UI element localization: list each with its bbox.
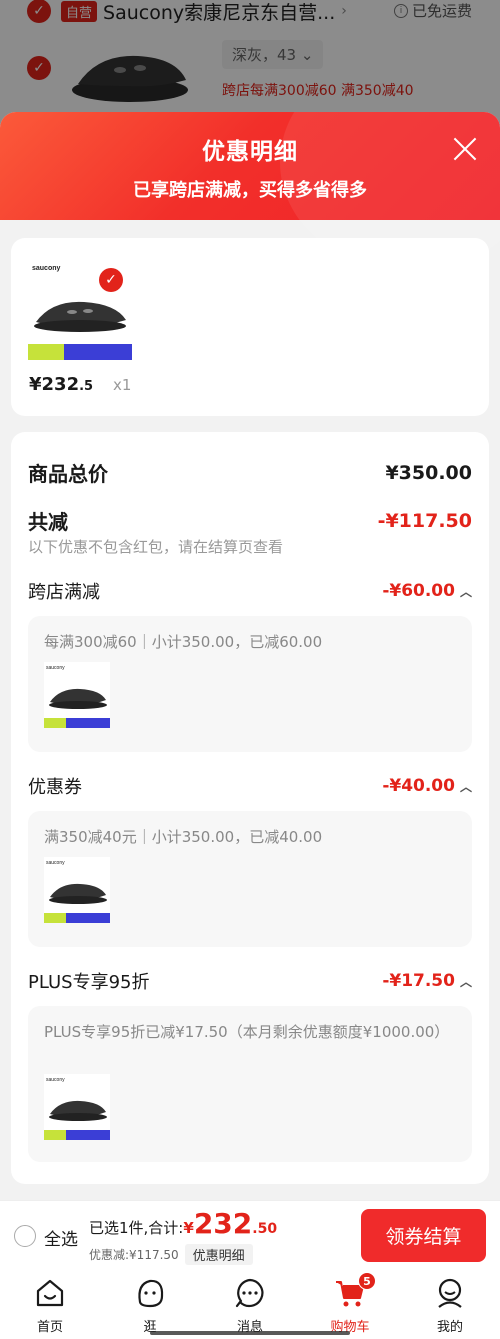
discount-detail-button[interactable]: 优惠明细 xyxy=(184,1244,253,1265)
select-all-radio[interactable] xyxy=(14,1225,36,1247)
tab-label: 首页 xyxy=(36,1320,63,1335)
brand-logo: saucony xyxy=(32,265,61,272)
discount-text: 优惠减:¥117.50 xyxy=(89,1248,179,1262)
checkout-bar: 全选 已选1件,合计: ¥ 232 .50 优惠减:¥117.50 优惠明细 领… xyxy=(0,1200,500,1270)
section-label: PLUS专享95折 xyxy=(28,972,150,993)
sum-line: 已选1件,合计: ¥ 232 .50 xyxy=(89,1207,277,1240)
svg-text:saucony: saucony xyxy=(46,1077,65,1083)
message-icon xyxy=(235,1278,264,1308)
product-quantity: x1 xyxy=(113,376,132,394)
close-icon[interactable] xyxy=(452,136,478,162)
section-plus[interactable]: PLUS专享95折 -¥17.50 ︿ xyxy=(28,968,472,994)
price-integer: ¥232 xyxy=(29,374,80,395)
section-amount: -¥17.50 xyxy=(382,971,455,991)
modal-title: 优惠明细 xyxy=(202,139,298,165)
product-mini-thumbnail: saucony xyxy=(44,1074,110,1140)
profile-icon xyxy=(438,1278,462,1308)
chevron-up-icon: ︿ xyxy=(459,779,472,794)
reduce-row: 共减 -¥117.50 xyxy=(28,506,472,535)
chevron-up-icon: ︿ xyxy=(459,974,472,989)
section-label: 跨店满减 xyxy=(28,582,100,603)
svg-text:saucony: saucony xyxy=(46,665,65,671)
tab-cart[interactable]: 5 购物车 xyxy=(300,1270,400,1339)
sum-currency: ¥ xyxy=(183,1219,194,1237)
price-decimal: .5 xyxy=(79,379,94,394)
cart-badge: 5 xyxy=(358,1272,376,1290)
svg-text:saucony: saucony xyxy=(46,860,65,866)
selected-check-icon[interactable]: ✓ xyxy=(99,268,123,292)
product-mini-thumbnail: saucony xyxy=(44,662,110,728)
product-price: ¥232.5 xyxy=(29,374,93,395)
modal-header: 优惠明细 已享跨店满减，买得多省得多 xyxy=(0,112,500,272)
redpacket-note: 以下优惠不包含红包，请在结算页查看 xyxy=(28,538,284,556)
section-value: -¥60.00 ︿ xyxy=(382,581,472,601)
chevron-up-icon: ︿ xyxy=(459,584,472,599)
sum-label: 已选1件,合计: xyxy=(89,1219,184,1237)
section-desc: 每满300减60｜小计350.00，已减60.00 xyxy=(44,633,323,651)
section-amount: -¥40.00 xyxy=(382,776,455,796)
checkout-button[interactable]: 领券结算 xyxy=(361,1209,486,1262)
stroll-icon xyxy=(138,1279,164,1308)
section-amount: -¥60.00 xyxy=(382,581,455,601)
tab-message[interactable]: 消息 xyxy=(200,1270,300,1339)
section-detail-box: 每满300减60｜小计350.00，已减60.00 saucony xyxy=(28,616,472,752)
tab-label: 我的 xyxy=(436,1320,463,1335)
discount-detail-modal: 优惠明细 已享跨店满减，买得多省得多 saucony ✓ ¥232.5 x1 商… xyxy=(0,112,500,1200)
tab-bar: 首页 逛 消息 5 购物车 我的 xyxy=(0,1270,500,1339)
home-icon xyxy=(36,1279,64,1307)
section-value: -¥17.50 ︿ xyxy=(382,971,472,991)
total-label: 商品总价 xyxy=(28,462,108,486)
section-coupon[interactable]: 优惠券 -¥40.00 ︿ xyxy=(28,773,472,799)
tab-stroll[interactable]: 逛 xyxy=(100,1270,200,1339)
section-detail-box: PLUS专享95折已减¥17.50（本月剩余优惠额度¥1000.00） sauc… xyxy=(28,1006,472,1162)
discount-summary-card: 商品总价 ¥350.00 共减 -¥117.50 以下优惠不包含红包，请在结算页… xyxy=(11,432,489,1184)
section-label: 优惠券 xyxy=(28,777,82,798)
sum-integer: 232 xyxy=(193,1207,253,1240)
home-indicator xyxy=(150,1331,350,1335)
reduce-label: 共减 xyxy=(28,510,68,534)
section-value: -¥40.00 ︿ xyxy=(382,776,472,796)
total-value: ¥350.00 xyxy=(385,461,472,484)
discount-line: 优惠减:¥117.50 优惠明细 xyxy=(89,1244,253,1265)
tab-home[interactable]: 首页 xyxy=(0,1270,100,1339)
reduce-value: -¥117.50 xyxy=(377,509,472,532)
tab-profile[interactable]: 我的 xyxy=(400,1270,500,1339)
modal-subtitle: 已享跨店满减，买得多省得多 xyxy=(133,180,367,201)
product-mini-thumbnail: saucony xyxy=(44,857,110,923)
section-detail-box: 满350减40元｜小计350.00，已减40.00 saucony xyxy=(28,811,472,947)
product-card: saucony ✓ ¥232.5 x1 xyxy=(11,238,489,416)
section-desc: PLUS专享95折已减¥17.50（本月剩余优惠额度¥1000.00） xyxy=(44,1023,450,1041)
sum-decimal: .50 xyxy=(252,1221,278,1237)
select-all-label[interactable]: 全选 xyxy=(44,1225,78,1250)
section-desc: 满350减40元｜小计350.00，已减40.00 xyxy=(44,828,323,846)
total-row: 商品总价 ¥350.00 xyxy=(28,458,472,487)
section-cross-store[interactable]: 跨店满减 -¥60.00 ︿ xyxy=(28,578,472,604)
